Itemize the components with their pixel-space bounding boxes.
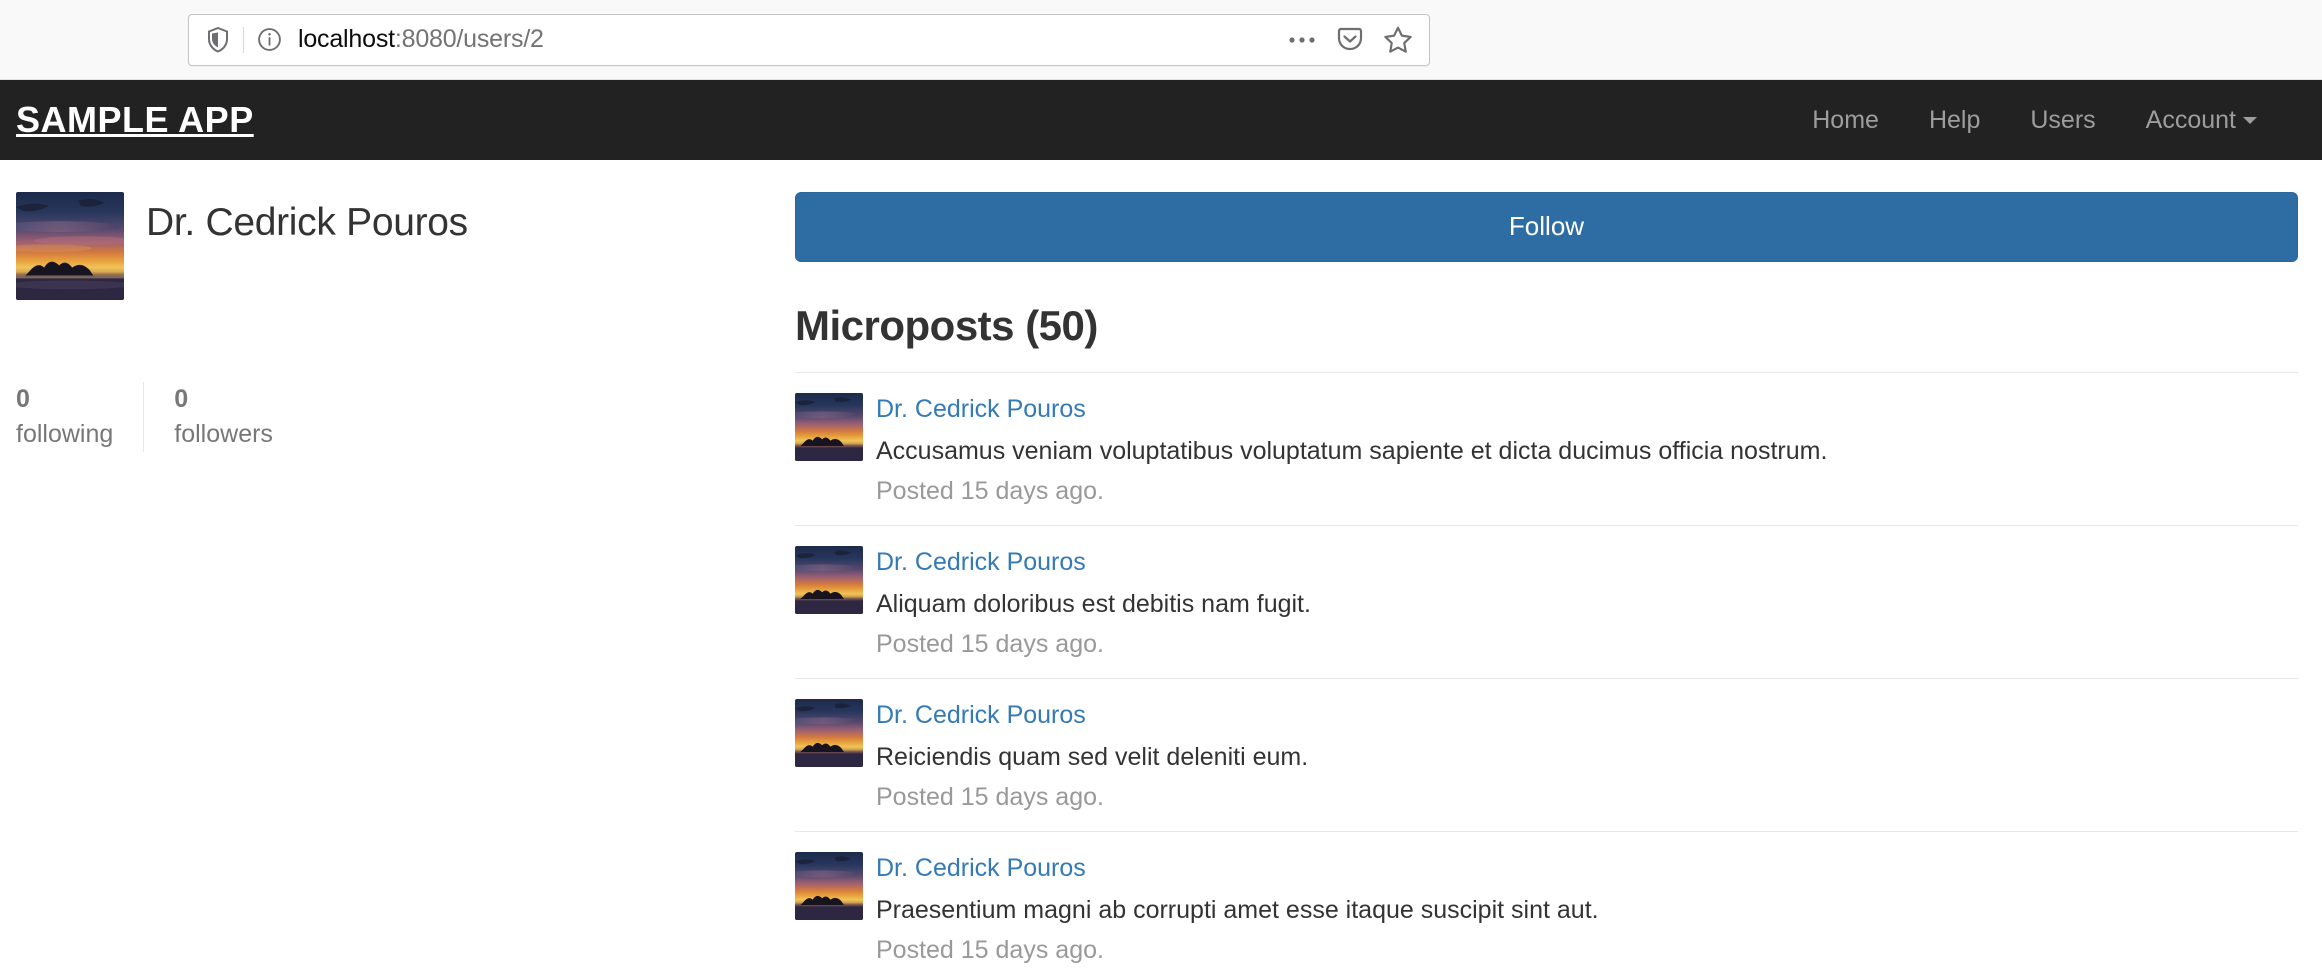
micropost-content: Accusamus veniam voluptatibus voluptatum…: [876, 436, 1828, 465]
microposts-heading: Microposts (50): [795, 302, 1098, 350]
list-item: Dr. Cedrick Pouros Praesentium magni ab …: [795, 831, 2298, 970]
chevron-down-icon: [2243, 116, 2257, 124]
url-bar-left-icons: [201, 23, 286, 57]
nav-link-home-label: Home: [1812, 105, 1879, 134]
avatar: [795, 546, 863, 615]
micropost-timestamp: Posted 15 days ago.: [876, 783, 1104, 812]
app-navbar: sample app Home Help Users Account: [0, 80, 2322, 160]
shield-icon[interactable]: [201, 23, 235, 57]
logo-link[interactable]: sample app: [16, 102, 254, 138]
url-host: localhost: [298, 25, 395, 53]
main-content: Follow Microposts (50) Dr. Cedrick Pouro…: [795, 160, 2322, 970]
micropost-user-link[interactable]: Dr. Cedrick Pouros: [876, 393, 1827, 427]
nav-link-users[interactable]: Users: [2005, 106, 2120, 135]
url-text[interactable]: localhost:8080/users/2: [298, 25, 544, 54]
pocket-icon[interactable]: [1333, 23, 1367, 57]
micropost-list: Dr. Cedrick Pouros Accusamus veniam volu…: [795, 372, 2298, 970]
nav-link-users-label: Users: [2030, 105, 2096, 134]
avatar: [795, 699, 863, 768]
follow-button[interactable]: Follow: [795, 192, 2298, 263]
ellipsis-icon[interactable]: [1285, 23, 1319, 57]
micropost-timestamp: Posted 15 days ago.: [876, 630, 1104, 659]
browser-chrome: localhost:8080/users/2: [0, 0, 2322, 80]
stat-followers-label: followers: [174, 420, 273, 448]
user-header: Dr. Cedrick Pouros: [16, 192, 765, 300]
avatar: [16, 192, 124, 300]
micropost-body: Dr. Cedrick Pouros Accusamus veniam volu…: [876, 391, 1827, 509]
micropost-user-link[interactable]: Dr. Cedrick Pouros: [876, 852, 1599, 886]
micropost-user-link[interactable]: Dr. Cedrick Pouros: [876, 699, 1308, 733]
micropost-content: Praesentium magni ab corrupti amet esse …: [876, 895, 1599, 924]
nav-link-account-label: Account: [2145, 105, 2236, 134]
url-path: :8080/users/2: [394, 25, 544, 53]
micropost-content: Aliquam doloribus est debitis nam fugit.: [876, 589, 1311, 618]
nav-link-account[interactable]: Account: [2121, 106, 2282, 135]
micropost-timestamp: Posted 15 days ago.: [876, 936, 1104, 965]
avatar: [795, 852, 863, 921]
navbar-links: Home Help Users Account: [1787, 106, 2282, 135]
micropost-body: Dr. Cedrick Pouros Reiciendis quam sed v…: [876, 697, 1308, 815]
stat-following-label: following: [16, 420, 114, 448]
star-icon[interactable]: [1381, 23, 1415, 57]
stat-following-value: 0: [16, 385, 30, 413]
micropost-timestamp: Posted 15 days ago.: [876, 477, 1104, 506]
micropost-body: Dr. Cedrick Pouros Praesentium magni ab …: [876, 850, 1599, 968]
user-stats: 0 following 0 followers: [16, 382, 765, 452]
page-body: Dr. Cedrick Pouros 0 following 0 followe…: [0, 160, 2322, 970]
nav-link-home[interactable]: Home: [1787, 106, 1904, 135]
stat-followers-value: 0: [174, 385, 189, 413]
list-item: Dr. Cedrick Pouros Aliquam doloribus est…: [795, 525, 2298, 678]
user-sidebar: Dr. Cedrick Pouros 0 following 0 followe…: [0, 160, 795, 970]
list-item: Dr. Cedrick Pouros Reiciendis quam sed v…: [795, 678, 2298, 831]
url-bar[interactable]: localhost:8080/users/2: [188, 13, 1430, 66]
stat-following[interactable]: 0 following: [16, 382, 143, 452]
nav-link-help[interactable]: Help: [1904, 106, 2005, 135]
micropost-body: Dr. Cedrick Pouros Aliquam doloribus est…: [876, 544, 1311, 662]
nav-link-help-label: Help: [1928, 105, 1981, 134]
avatar: [795, 393, 863, 462]
list-item: Dr. Cedrick Pouros Accusamus veniam volu…: [795, 372, 2298, 525]
url-bar-divider: [243, 26, 244, 53]
micropost-user-link[interactable]: Dr. Cedrick Pouros: [876, 546, 1311, 580]
page-title: Dr. Cedrick Pouros: [146, 201, 468, 244]
url-bar-right-icons: [1285, 23, 1415, 57]
stat-followers[interactable]: 0 followers: [143, 382, 303, 452]
info-icon[interactable]: [252, 23, 286, 57]
micropost-content: Reiciendis quam sed velit deleniti eum.: [876, 742, 1309, 771]
